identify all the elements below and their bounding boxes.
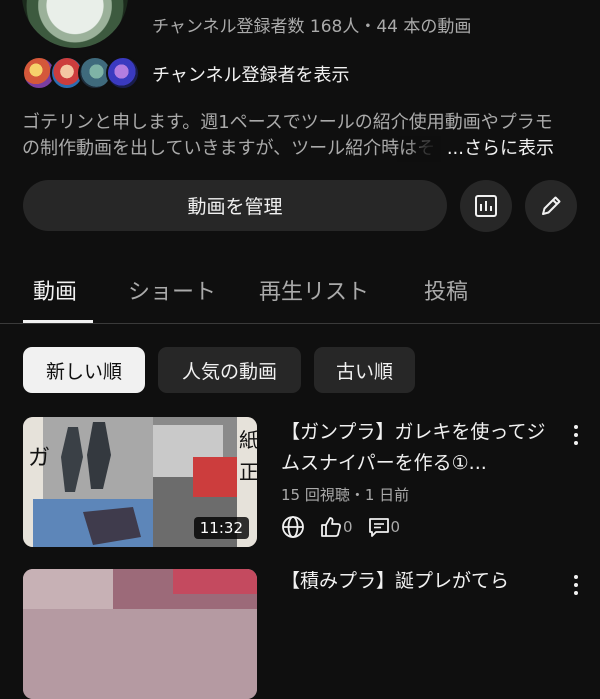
tab-playlists[interactable]: 再生リスト (259, 274, 369, 306)
more-options-button[interactable] (567, 568, 585, 602)
tab-videos[interactable]: 動画 (33, 274, 77, 306)
show-more-link[interactable]: ...さらに表示 (440, 136, 554, 162)
likes-button[interactable]: 0 (319, 515, 353, 539)
pencil-icon (542, 196, 561, 215)
video-title[interactable]: 【ガンプラ】ガレキを使ってジムスナイパーを作る①... (281, 417, 551, 479)
thumbnail-image (23, 569, 257, 699)
channel-description[interactable]: ゴテリンと申します。週1ペースでツールの紹介使用動画やプラモ の制作動画を出して… (22, 110, 578, 162)
video-actions: 0 0 (281, 512, 414, 542)
analytics-button[interactable] (460, 180, 512, 232)
svg-text:ガ: ガ (28, 446, 50, 471)
filter-chip-oldest[interactable]: 古い順 (314, 347, 415, 393)
tabs-divider (0, 323, 600, 324)
filter-chip-popular[interactable]: 人気の動画 (158, 347, 301, 393)
globe-icon (282, 516, 304, 538)
subscriber-avatar (106, 56, 140, 90)
more-options-button[interactable] (567, 418, 585, 452)
video-title[interactable]: 【積みプラ】誕プレがてら (281, 566, 551, 600)
description-line-2: の制作動画を出していきますが、ツール紹介時はそ ...さらに表示 (22, 136, 578, 162)
description-line-2-text: の制作動画を出していきますが、ツール紹介時はそ (22, 138, 436, 159)
video-stats: 15 回視聴・1 日前 (281, 486, 410, 504)
channel-meta: チャンネル登録者数 168人・44 本の動画 (152, 17, 472, 37)
manage-videos-button[interactable]: 動画を管理 (23, 180, 447, 231)
video-thumbnail[interactable]: ガ 紙 正 11:32 (23, 417, 257, 547)
video-duration: 11:32 (193, 517, 249, 539)
subscriber-avatars[interactable] (22, 56, 142, 90)
thumbs-up-icon (321, 517, 342, 537)
channel-avatar[interactable] (22, 0, 128, 48)
comments-button[interactable]: 0 (367, 515, 401, 539)
comments-count: 0 (390, 518, 401, 536)
view-subscribers-link[interactable]: チャンネル登録者を表示 (152, 61, 349, 87)
comment-icon (368, 518, 389, 537)
visibility-button[interactable] (281, 515, 305, 539)
svg-text:紙: 紙 (239, 428, 257, 452)
tab-posts[interactable]: 投稿 (424, 274, 468, 306)
svg-text:正: 正 (239, 460, 257, 484)
tab-shorts[interactable]: ショート (128, 274, 216, 306)
bar-chart-icon (475, 195, 497, 217)
filter-chip-newest[interactable]: 新しい順 (23, 347, 145, 393)
likes-count: 0 (343, 518, 353, 536)
channel-tabs: 動画 ショート 再生リスト 投稿 (0, 262, 600, 324)
video-thumbnail[interactable] (23, 569, 257, 699)
edit-channel-button[interactable] (525, 180, 577, 232)
description-line-1: ゴテリンと申します。週1ペースでツールの紹介使用動画やプラモ (22, 112, 553, 133)
